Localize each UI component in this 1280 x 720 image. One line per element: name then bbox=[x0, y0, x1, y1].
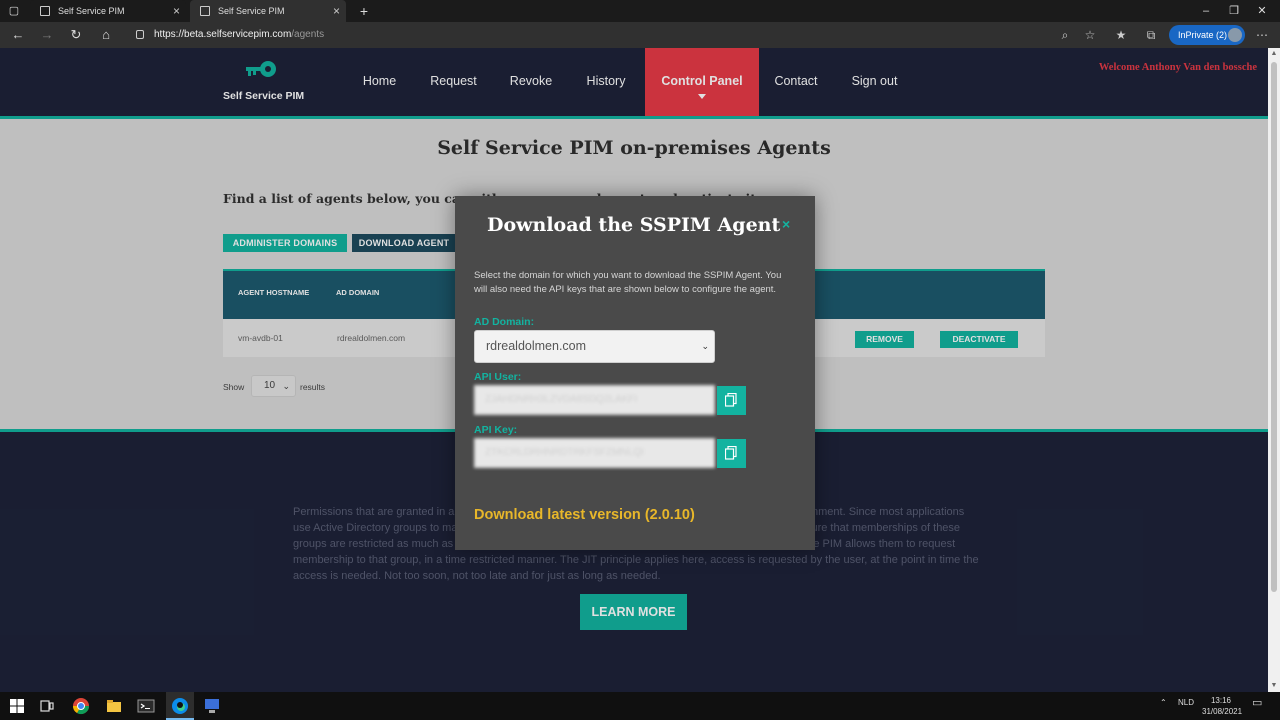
scroll-up-icon[interactable]: ▲ bbox=[1268, 48, 1280, 60]
tab-bar: ▢ Self Service PIM × Self Service PIM × … bbox=[0, 0, 1280, 22]
download-agent-modal: Download the SSPIM Agent × Select the do… bbox=[455, 196, 815, 550]
chevron-down-icon: ⌄ bbox=[701, 341, 709, 351]
close-icon[interactable]: × bbox=[782, 216, 790, 232]
file-explorer-icon[interactable] bbox=[105, 697, 123, 715]
page-scrollbar[interactable]: ▲ ▼ bbox=[1268, 48, 1280, 692]
download-latest-link[interactable]: Download latest version (2.0.10) bbox=[474, 507, 695, 523]
inprivate-label: InPrivate (2) bbox=[1178, 30, 1228, 40]
forward-icon[interactable]: → bbox=[38, 26, 56, 44]
chrome-icon[interactable] bbox=[72, 697, 90, 715]
collections-icon[interactable]: ⧉ bbox=[1142, 26, 1160, 44]
browser-chrome: ▢ Self Service PIM × Self Service PIM × … bbox=[0, 0, 1280, 48]
clock-time: 13:16 bbox=[1210, 696, 1232, 705]
tab-title: Self Service PIM bbox=[58, 6, 125, 16]
back-icon[interactable]: ← bbox=[9, 26, 27, 44]
favorite-add-icon[interactable]: ☆ bbox=[1081, 26, 1099, 44]
minimize-icon[interactable]: – bbox=[1196, 2, 1216, 20]
ad-domain-value: rdrealdolmen.com bbox=[486, 339, 587, 353]
copy-api-user-button[interactable] bbox=[717, 386, 746, 415]
browser-tab-active[interactable]: Self Service PIM × bbox=[190, 0, 346, 22]
url-field[interactable]: https://beta.selfservicepim.com/agents bbox=[128, 25, 1088, 45]
copy-api-key-button[interactable] bbox=[717, 439, 746, 468]
close-tab-icon[interactable]: × bbox=[333, 0, 340, 22]
close-window-icon[interactable]: ✕ bbox=[1252, 2, 1272, 20]
page-icon bbox=[40, 6, 50, 16]
scroll-down-icon[interactable]: ▼ bbox=[1268, 680, 1280, 692]
more-icon[interactable]: ⋯ bbox=[1253, 26, 1271, 44]
url-path: /agents bbox=[291, 29, 325, 40]
refresh-icon[interactable]: ↻ bbox=[67, 26, 85, 44]
windows-taskbar: ⌃ NLD 13:16 31/08/2021 ▭ bbox=[0, 692, 1280, 720]
close-tab-icon[interactable]: × bbox=[173, 0, 180, 22]
system-clock[interactable]: 13:16 31/08/2021 bbox=[1202, 695, 1243, 717]
new-tab-icon[interactable]: + bbox=[356, 0, 372, 22]
ad-domain-select[interactable]: rdrealdolmen.com ⌄ bbox=[474, 330, 715, 363]
ad-domain-label: AD Domain: bbox=[474, 316, 535, 328]
zoom-icon[interactable]: ⌕ bbox=[1056, 26, 1074, 44]
task-view-icon[interactable] bbox=[38, 697, 56, 715]
api-key-label: API Key: bbox=[474, 424, 518, 436]
terminal-icon[interactable] bbox=[137, 697, 155, 715]
browser-tab[interactable]: Self Service PIM × bbox=[30, 0, 186, 22]
clock-date: 31/08/2021 bbox=[1202, 707, 1243, 716]
lock-icon bbox=[136, 30, 144, 39]
profile-avatar bbox=[1228, 28, 1242, 42]
modal-title: Download the SSPIM Agent bbox=[487, 214, 781, 236]
remote-desktop-icon[interactable] bbox=[203, 697, 221, 715]
api-key-field[interactable]: ZTKCRLDRHNRDTRKFSFZMNLQI bbox=[474, 438, 715, 468]
api-user-label: API User: bbox=[474, 371, 522, 383]
modal-description: Select the domain for which you want to … bbox=[474, 270, 782, 295]
tray-chevron-up-icon[interactable]: ⌃ bbox=[1160, 698, 1167, 707]
scroll-thumb[interactable] bbox=[1271, 62, 1277, 592]
restore-icon[interactable]: ❐ bbox=[1224, 2, 1244, 20]
web-page: Self Service PIM Home Request Revoke His… bbox=[0, 48, 1268, 692]
copy-icon bbox=[725, 446, 737, 460]
edge-icon[interactable] bbox=[171, 697, 189, 715]
home-icon[interactable]: ⌂ bbox=[97, 26, 115, 44]
language-indicator[interactable]: NLD bbox=[1178, 698, 1194, 707]
copy-icon bbox=[725, 393, 737, 407]
api-user-field[interactable]: ZJAHDNRH3LZVDA8SDQ2LAKFI bbox=[474, 385, 715, 415]
url-host: https://beta.selfservicepim.com bbox=[154, 29, 292, 40]
address-bar-row: ← → ↻ ⌂ https://beta.selfservicepim.com/… bbox=[0, 22, 1280, 48]
windows-start-icon[interactable] bbox=[8, 697, 26, 715]
tab-title: Self Service PIM bbox=[218, 6, 285, 16]
page-icon bbox=[200, 6, 210, 16]
tab-actions-icon[interactable]: ▢ bbox=[4, 2, 24, 20]
inprivate-badge[interactable]: InPrivate (2) bbox=[1169, 25, 1245, 45]
favorites-icon[interactable]: ★ bbox=[1112, 26, 1130, 44]
notifications-icon[interactable]: ▭ bbox=[1252, 696, 1262, 709]
